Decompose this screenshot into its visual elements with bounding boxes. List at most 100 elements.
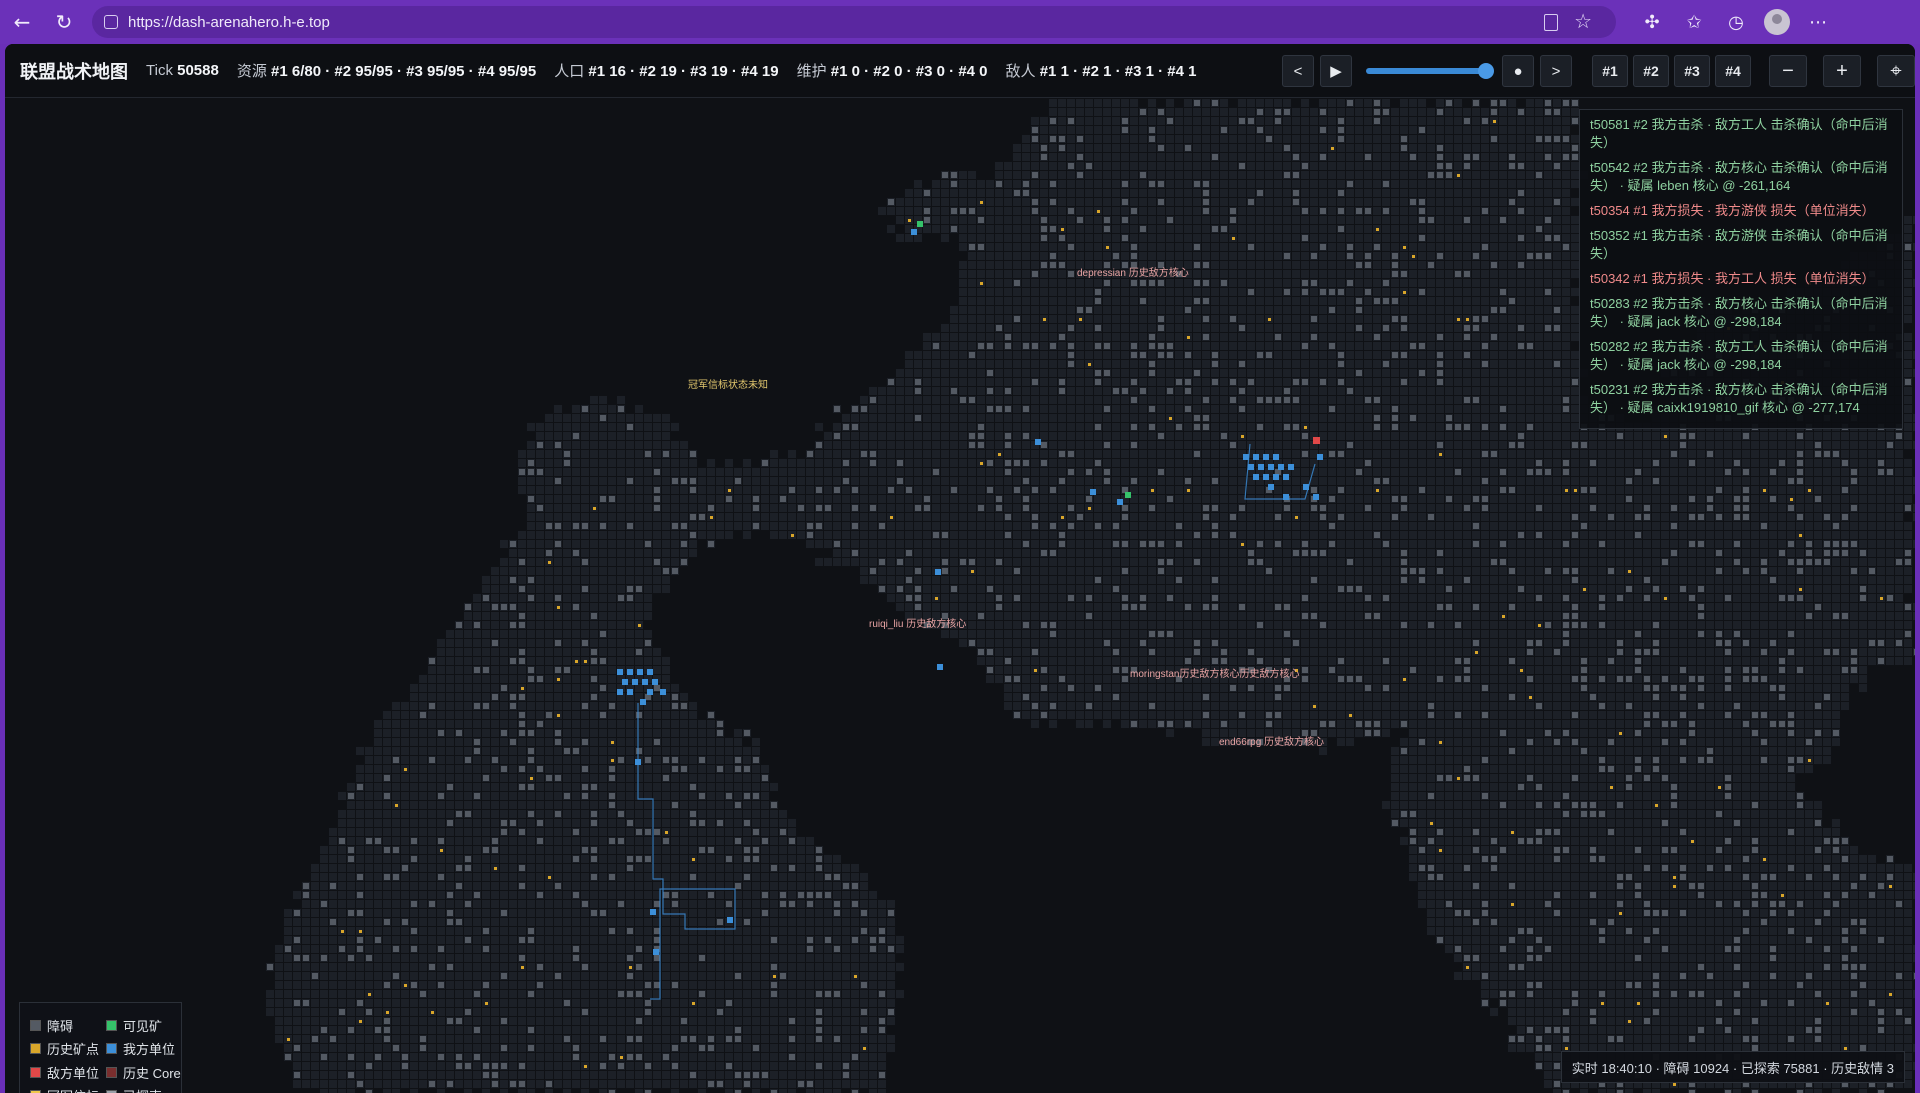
legend-item: 冠军信标 [30,1088,106,1093]
friendly-unit-marker[interactable] [1263,454,1269,460]
friendly-unit-marker[interactable] [647,669,653,675]
play-button[interactable]: ▶ [1320,55,1352,87]
friendly-unit-marker[interactable] [660,689,666,695]
friendly-unit-marker[interactable] [935,569,941,575]
legend-label: 冠军信标 [47,1086,99,1093]
legend-item: 敌方单位 [30,1064,106,1081]
address-bar[interactable]: https://dash-arenahero.h-e.top ☆ [92,6,1616,38]
friendly-unit-marker[interactable] [617,669,623,675]
legend-label: 已探索 [123,1086,162,1093]
friendly-unit-marker[interactable] [1283,474,1289,480]
url-text: https://dash-arenahero.h-e.top [128,13,330,31]
friendly-unit-marker[interactable] [1283,494,1289,500]
friendly-unit-marker[interactable] [1253,454,1259,460]
timeline-thumb[interactable] [1478,63,1494,79]
friendly-unit-marker[interactable] [1313,494,1319,500]
zoom-in-button[interactable]: + [1823,55,1861,87]
app-window: 联盟战术地图 Tick 50588 资源 #1 6/80 · #2 95/95 … [5,44,1915,1093]
friendly-unit-marker[interactable] [635,759,641,765]
friendly-unit-marker[interactable] [640,699,646,705]
friendly-unit-marker[interactable] [637,669,643,675]
friendly-unit-marker[interactable] [647,689,653,695]
friendly-unit-marker[interactable] [1268,484,1274,490]
friendly-unit-marker[interactable] [1263,474,1269,480]
resources-value: #1 6/80 · #2 95/95 · #3 95/95 · #4 95/95 [271,63,537,80]
reload-icon[interactable]: ↻ [50,8,78,36]
more-menu-icon[interactable]: ⋯ [1804,8,1832,36]
friendly-unit-marker[interactable] [642,679,648,685]
friendly-unit-marker[interactable] [1258,464,1264,470]
upkeep-value: #1 0 · #2 0 · #3 0 · #4 0 [830,63,988,80]
tick-stat: Tick 50588 [146,62,219,79]
log-entry: t50542 #2 我方击杀 · 敌方核心 击杀确认（命中后消失） · 疑属 l… [1590,160,1888,193]
upkeep-stat: 维护 #1 0 · #2 0 · #3 0 · #4 0 [797,60,988,81]
favorites-icon[interactable]: ✩ [1680,8,1708,36]
locate-button[interactable]: ⌖ [1877,55,1915,87]
status-bar: 实时 18:40:10 · 障碍 10924 · 已探索 75881 · 历史敌… [1560,1051,1905,1083]
core-label-end66rpg: end66rpg 历史敌方核心 [1219,737,1325,748]
app-title: 联盟战术地图 [20,61,128,82]
friendly-unit-marker[interactable] [1253,474,1259,480]
friendly-unit-marker[interactable] [1317,454,1323,460]
reading-mode-icon[interactable] [1544,14,1558,31]
friendly-unit-marker[interactable] [653,949,659,955]
profile-avatar[interactable] [1764,9,1790,35]
friendly-unit-marker[interactable] [1303,484,1309,490]
timeline-slider[interactable] [1366,63,1494,79]
log-entry: t50354 #1 我方损失 · 我方游侠 损失（单位消失） [1590,203,1875,218]
friendly-unit-marker[interactable] [1243,454,1249,460]
log-entry: t50282 #2 我方击杀 · 敌方工人 击杀确认（命中后消失） · 疑属 j… [1590,339,1888,372]
team-4-button[interactable]: #4 [1715,55,1751,87]
resources-label: 资源 [236,63,267,80]
back-icon[interactable]: ← [8,8,36,36]
site-info-icon[interactable] [104,15,118,29]
friendly-unit-marker[interactable] [911,229,917,235]
extensions-icon[interactable]: ✣ [1638,8,1666,36]
prev-button[interactable]: < [1282,55,1314,87]
browser-toolbar: ← ↻ https://dash-arenahero.h-e.top ☆ ✣ ✩… [0,0,1920,44]
enemies-value: #1 1 · #2 1 · #3 1 · #4 1 [1039,63,1197,80]
friendly-unit-marker[interactable] [632,679,638,685]
friendly-unit-marker[interactable] [1117,499,1123,505]
legend-swatch [30,1043,41,1054]
friendly-unit-marker[interactable] [650,909,656,915]
friendly-unit-marker[interactable] [652,679,658,685]
friendly-unit-marker[interactable] [617,689,623,695]
friendly-unit-marker[interactable] [1273,474,1279,480]
zoom-out-button[interactable]: − [1769,55,1807,87]
legend-swatch [30,1066,41,1078]
log-entry: t50231 #2 我方击杀 · 敌方核心 击杀确认（命中后消失） · 疑属 c… [1590,382,1888,415]
legend-label: 可见矿 [123,1018,163,1034]
enemies-stat: 敌人 #1 1 · #2 1 · #3 1 · #4 1 [1006,60,1197,81]
log-entry: t50342 #1 我方损失 · 我方工人 损失（单位消失） [1590,271,1875,286]
friendly-unit-marker[interactable] [1278,464,1284,470]
friendly-unit-marker[interactable] [1273,454,1279,460]
tactical-map[interactable]: depressian 历史敌方核心 冠军信标状态未知 ruiqi_liu 历史敌… [5,99,1915,1093]
friendly-unit-marker[interactable] [1035,439,1041,445]
team-1-button[interactable]: #1 [1592,55,1628,87]
legend-swatch [30,1019,41,1031]
legend-swatch [106,1066,117,1078]
friendly-unit-marker[interactable] [937,664,943,670]
friendly-unit-marker[interactable] [727,917,733,923]
legend-label: 敌方单位 [47,1065,100,1081]
team-2-button[interactable]: #2 [1633,55,1669,87]
friendly-unit-marker[interactable] [622,679,628,685]
friendly-unit-marker[interactable] [1268,464,1274,470]
next-button[interactable]: > [1540,55,1572,87]
event-log-panel[interactable]: t50581 #2 我方击杀 · 敌方工人 击杀确认（命中后消失） t50542 … [1579,109,1903,429]
tick-label: Tick [146,62,173,79]
bookmark-star-icon[interactable]: ☆ [1574,9,1592,34]
live-button[interactable]: ● [1502,55,1534,87]
visible-mine-marker[interactable] [1125,492,1131,498]
friendly-unit-marker[interactable] [627,689,633,695]
log-entry: t50352 #1 我方击杀 · 敌方游侠 击杀确认（命中后消失） [1590,228,1888,261]
friendly-unit-marker[interactable] [1248,464,1254,470]
friendly-unit-marker[interactable] [1288,464,1294,470]
history-icon[interactable]: ◷ [1722,8,1750,36]
team-3-button[interactable]: #3 [1674,55,1710,87]
friendly-unit-marker[interactable] [627,669,633,675]
friendly-unit-marker[interactable] [1090,489,1096,495]
visible-mine-marker[interactable] [917,221,923,227]
enemy-unit-marker[interactable] [1313,437,1320,444]
